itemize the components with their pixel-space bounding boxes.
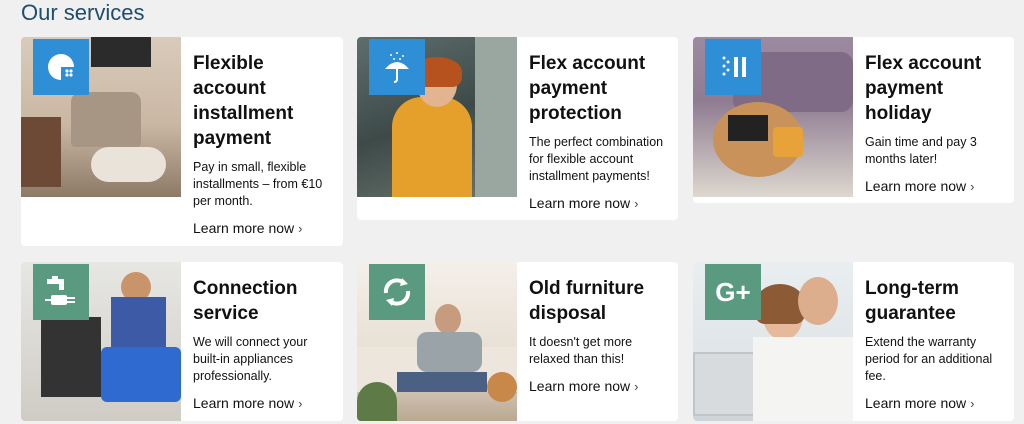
service-card-long-term-guarantee[interactable]: G+ Long-term guarantee Extend the warran…: [693, 262, 1014, 421]
pie-chart-icon: [33, 39, 89, 95]
chevron-right-icon: ›: [634, 196, 639, 211]
learn-more-link[interactable]: Learn more now ›: [865, 395, 975, 411]
learn-more-link[interactable]: Learn more now ›: [193, 395, 303, 411]
card-description: The perfect combination for flexible acc…: [529, 135, 664, 183]
living-room-armchair-photo: [21, 37, 181, 197]
pause-icon: [705, 39, 761, 95]
card-description: It doesn't get more relaxed than this!: [529, 335, 633, 366]
couple-in-rain-photo: [357, 37, 517, 197]
service-card-connection[interactable]: Connection service We will connect your …: [21, 262, 343, 421]
chevron-right-icon: ›: [970, 396, 975, 411]
faucet-plug-icon: [33, 264, 89, 320]
card-title: Connection service: [193, 278, 298, 324]
card-title: Long-term guarantee: [865, 278, 959, 324]
card-title: Flexible account installment payment: [193, 53, 294, 149]
chevron-right-icon: ›: [298, 221, 303, 236]
service-card-payment-protection[interactable]: Flex account payment protection The perf…: [357, 37, 678, 220]
relaxed-man-headphones-photo: [357, 262, 517, 421]
card-description: Extend the warranty period for an additi…: [865, 335, 993, 383]
umbrella-icon: [369, 39, 425, 95]
happy-couple-laptop-photo: G+: [693, 262, 853, 421]
recycle-arrows-icon: [369, 264, 425, 320]
chevron-right-icon: ›: [634, 379, 639, 394]
chevron-right-icon: ›: [970, 179, 975, 194]
card-description: We will connect your built-in appliances…: [193, 335, 308, 383]
service-card-flexible-installment[interactable]: Flexible account installment payment Pay…: [21, 37, 343, 246]
learn-more-link[interactable]: Learn more now ›: [193, 220, 303, 236]
learn-more-link[interactable]: Learn more now ›: [529, 378, 639, 394]
sofa-tic-tac-toe-photo: [693, 37, 853, 197]
card-title: Flex account payment holiday: [865, 53, 982, 124]
service-card-payment-holiday[interactable]: Flex account payment holiday Gain time a…: [693, 37, 1014, 203]
card-title: Flex account payment protection: [529, 53, 646, 124]
card-description: Pay in small, flexible installments – fr…: [193, 160, 323, 208]
chevron-right-icon: ›: [298, 396, 303, 411]
learn-more-link[interactable]: Learn more now ›: [865, 178, 975, 194]
service-card-furniture-disposal[interactable]: Old furniture disposal It doesn't get mo…: [357, 262, 678, 421]
card-title: Old furniture disposal: [529, 278, 645, 324]
card-description: Gain time and pay 3 months later!: [865, 135, 977, 166]
g-plus-icon: G+: [705, 264, 761, 320]
technician-oven-photo: [21, 262, 181, 421]
learn-more-link[interactable]: Learn more now ›: [529, 195, 639, 211]
section-heading: Our services: [21, 0, 145, 25]
